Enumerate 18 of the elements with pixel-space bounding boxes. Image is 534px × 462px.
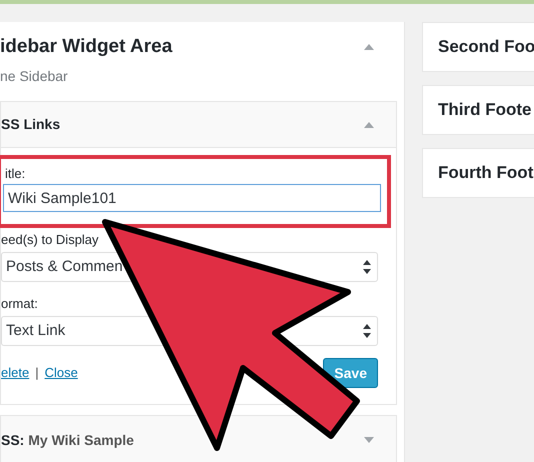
field-label: ormat:	[1, 295, 39, 312]
input-field[interactable]: Wiki Sample101	[3, 184, 381, 212]
expand-icon[interactable]	[364, 437, 374, 443]
link-separator: |	[35, 364, 39, 382]
collapse-icon[interactable]	[364, 122, 374, 128]
widget-title: SS Links	[1, 115, 60, 134]
area-title: Fourth Foot	[438, 162, 534, 184]
widget-link[interactable]: elete	[1, 363, 30, 383]
area-title: Third Foote	[438, 99, 532, 122]
area-description: ne Sidebar	[0, 67, 69, 86]
collapse-icon[interactable]	[364, 44, 374, 50]
field-label: itle:	[5, 165, 26, 182]
widget-link[interactable]: Close	[44, 363, 78, 383]
updown-icon	[363, 324, 371, 338]
widget-title: SS: My Wiki Sample	[1, 430, 134, 450]
field-label: eed(s) to Display	[1, 231, 100, 248]
area-title: idebar Widget Area	[0, 34, 172, 59]
updown-icon	[363, 260, 371, 274]
